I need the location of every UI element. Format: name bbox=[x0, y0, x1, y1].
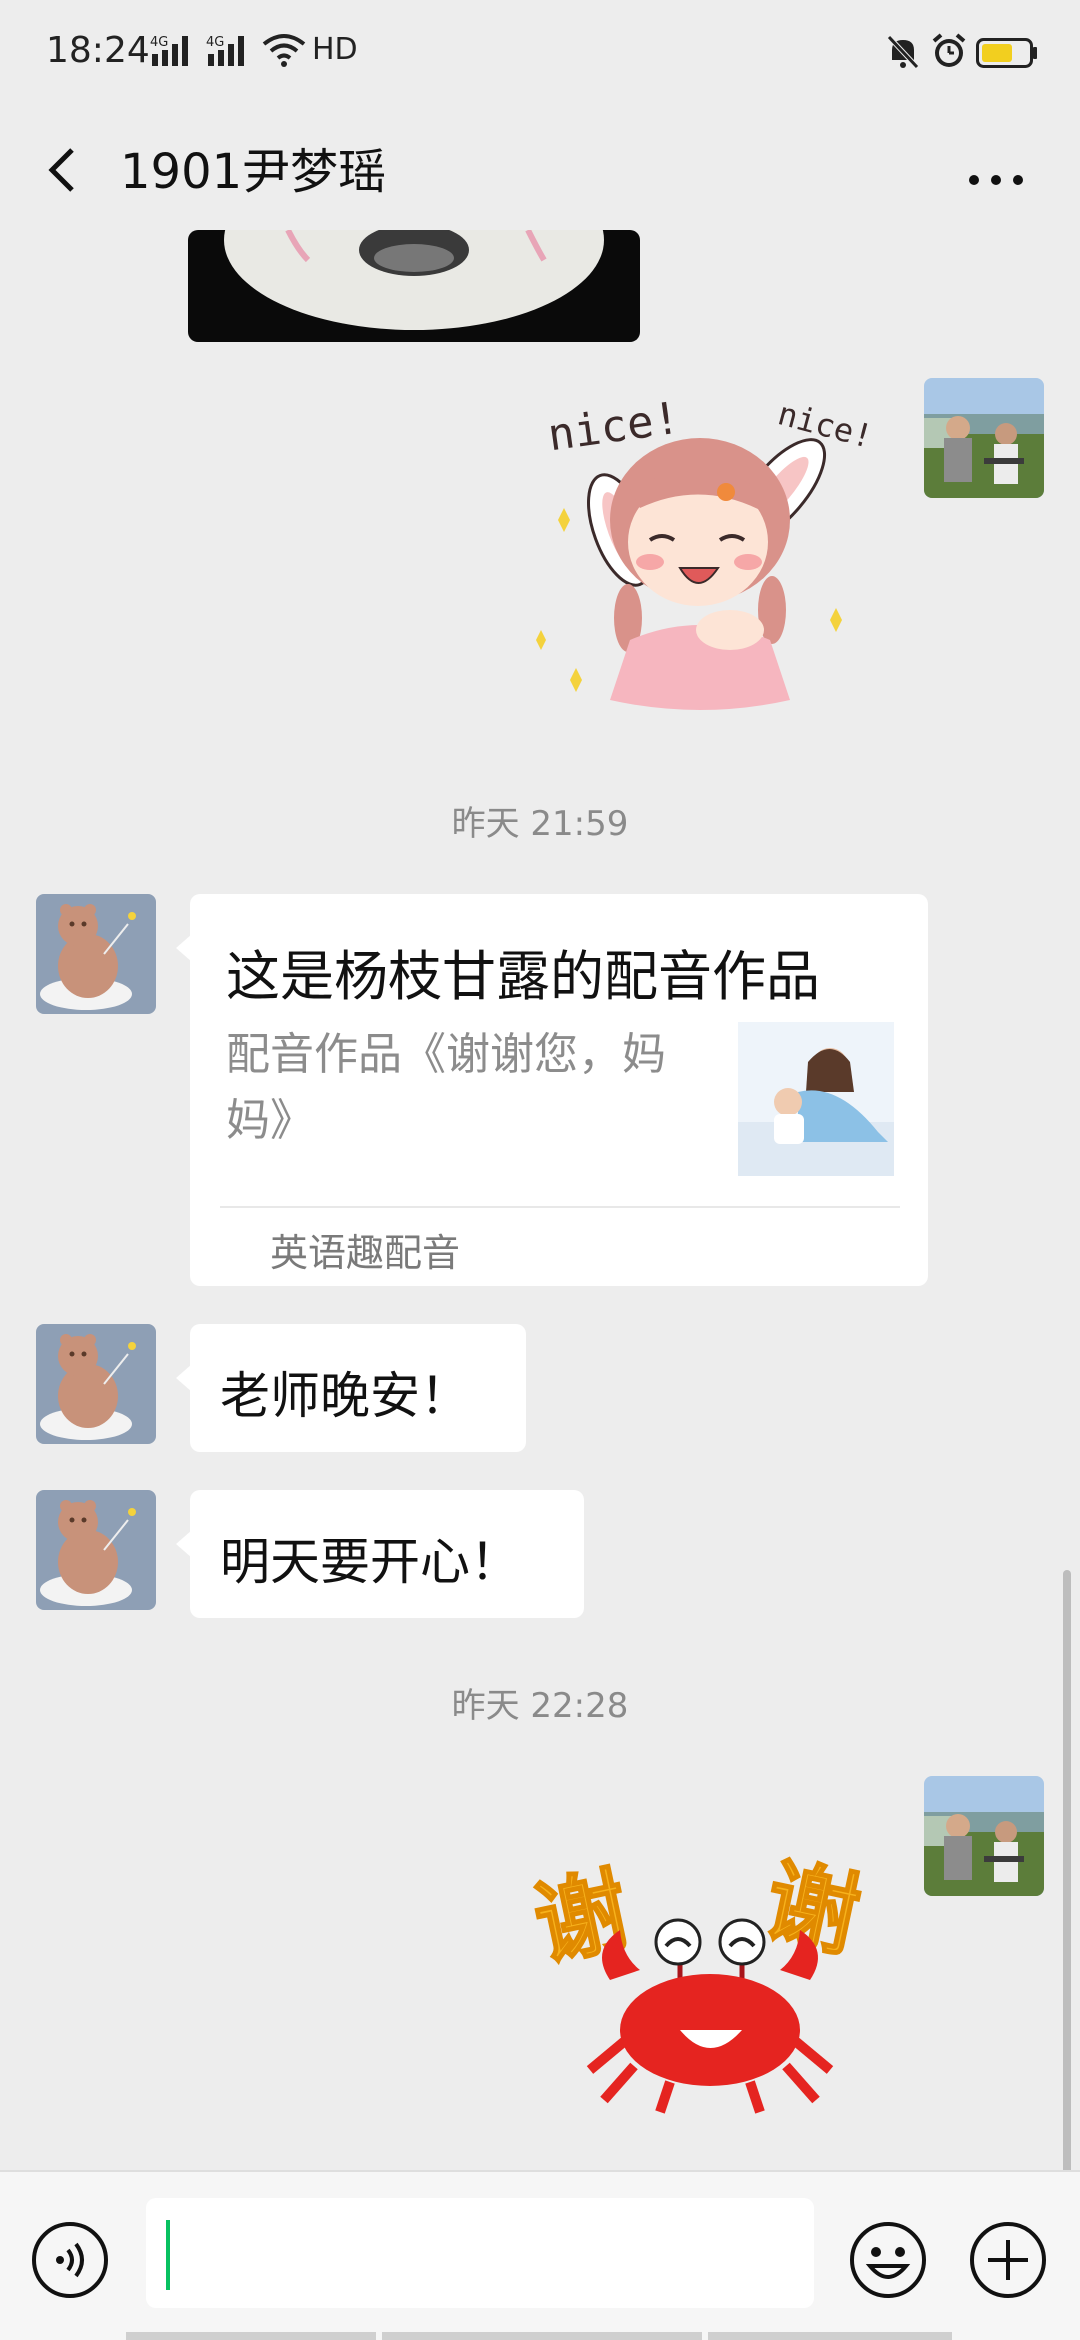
emoji-icon bbox=[850, 2222, 926, 2298]
battery-icon bbox=[976, 38, 1037, 68]
card-thumbnail bbox=[738, 1022, 894, 1176]
keyboard-edge bbox=[708, 2332, 952, 2340]
card-divider bbox=[220, 1206, 900, 1208]
message-text: 老师晚安！ bbox=[220, 1367, 470, 1425]
voice-icon bbox=[32, 2222, 108, 2298]
card-description: 配音作品《谢谢您，妈妈》 bbox=[226, 1029, 666, 1146]
avatar-contact[interactable] bbox=[36, 894, 156, 1014]
timestamp: 昨天 22:28 bbox=[451, 1686, 629, 1726]
wifi-icon bbox=[262, 34, 306, 67]
avatar-contact[interactable] bbox=[36, 1324, 156, 1444]
card-source: 英语趣配音 bbox=[270, 1231, 461, 1275]
chevron-left-icon bbox=[48, 148, 74, 192]
status-time: 18:24 bbox=[46, 30, 150, 71]
signal-4g-icon: 4G bbox=[150, 35, 188, 66]
avatar-contact[interactable] bbox=[36, 1490, 156, 1610]
input-bar bbox=[0, 2170, 1080, 2340]
svg-text:4G: 4G bbox=[206, 35, 224, 50]
text-message[interactable]: 老师晚安！ bbox=[176, 1324, 526, 1452]
chat-title: 1901尹梦瑶 bbox=[120, 144, 387, 200]
svg-text:4G: 4G bbox=[150, 35, 168, 50]
scrollbar[interactable] bbox=[1063, 1570, 1071, 2170]
more-button[interactable] bbox=[960, 134, 1044, 206]
card-title: 这是杨枝甘露的配音作品 bbox=[226, 945, 820, 1008]
emoji-button[interactable] bbox=[848, 2220, 928, 2304]
avatar-self[interactable] bbox=[924, 378, 1044, 498]
more-actions-button[interactable] bbox=[968, 2220, 1048, 2304]
link-card[interactable]: 这是杨枝甘露的配音作品 配音作品《谢谢您，妈妈》 英语趣配音 bbox=[176, 894, 928, 1286]
sticker-crab-thanks[interactable]: 谢 谢 bbox=[525, 1830, 890, 2120]
alarm-icon bbox=[932, 33, 966, 67]
mute-bell-icon bbox=[887, 35, 919, 69]
back-button[interactable] bbox=[36, 134, 100, 206]
text-message[interactable]: 明天要开心！ bbox=[176, 1490, 584, 1618]
voice-button[interactable] bbox=[30, 2220, 110, 2304]
hd-indicator: HD bbox=[312, 32, 358, 67]
sticker-nice[interactable]: nice! nice! bbox=[530, 380, 877, 720]
plus-circle-icon bbox=[970, 2222, 1046, 2298]
image-message-cropped[interactable] bbox=[188, 230, 640, 342]
avatar-self[interactable] bbox=[924, 1776, 1044, 1896]
signal-4g-icon: 4G bbox=[206, 35, 244, 66]
message-input[interactable] bbox=[146, 2198, 814, 2308]
message-text: 明天要开心！ bbox=[220, 1533, 520, 1591]
keyboard-edge bbox=[382, 2332, 702, 2340]
chat-area[interactable]: nice! nice! 昨天 21:59 这是杨枝甘露的配音作品 配音作品《谢谢… bbox=[0, 230, 1080, 2170]
keyboard-edge bbox=[126, 2332, 376, 2340]
status-bar: 18:24 4G 4G HD bbox=[0, 0, 1080, 110]
text-caret bbox=[166, 2220, 170, 2290]
title-bar: 1901尹梦瑶 bbox=[0, 110, 1080, 230]
timestamp: 昨天 21:59 bbox=[451, 804, 629, 844]
ellipsis-icon bbox=[969, 175, 1023, 185]
